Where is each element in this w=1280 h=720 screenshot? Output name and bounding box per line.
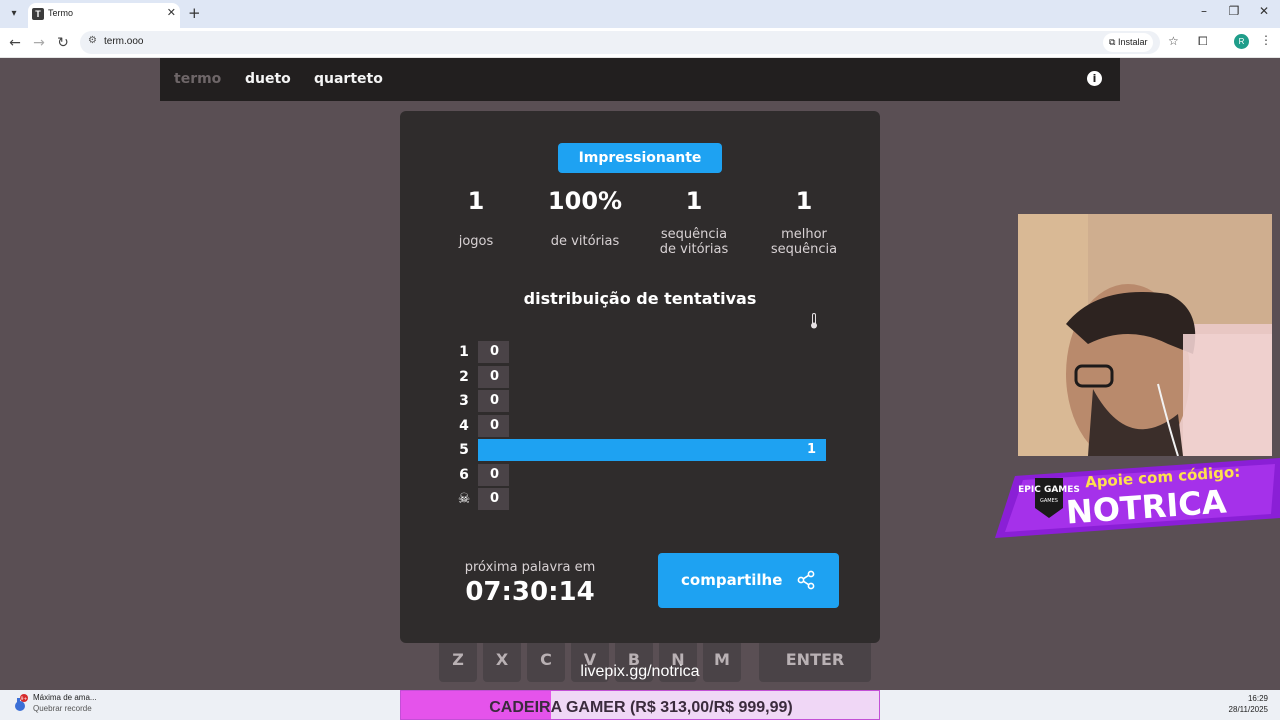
- stat-best-streak: 1 melhor sequência: [749, 183, 859, 257]
- minimize-icon[interactable]: –: [1194, 4, 1214, 18]
- close-window-icon[interactable]: ✕: [1254, 4, 1274, 18]
- mode-quarteto-link[interactable]: quarteto: [314, 71, 383, 87]
- distribution-bar: 0: [478, 390, 509, 412]
- distribution-row-label: 1: [459, 344, 469, 360]
- distribution-bar: 0: [478, 365, 509, 388]
- enter-key[interactable]: ENTER: [759, 640, 871, 682]
- result-badge: Impressionante: [558, 143, 722, 173]
- notification-title[interactable]: Máxima de ama...: [33, 693, 97, 702]
- install-button[interactable]: ⧉ Instalar: [1103, 33, 1154, 52]
- tab-search-icon[interactable]: ▾: [6, 6, 22, 22]
- thermometer-icon[interactable]: [810, 313, 818, 329]
- stat-games-value: 1: [467, 187, 485, 215]
- browser-tab-bar: ▾ T Termo ✕ + – ❐ ✕: [0, 0, 1280, 28]
- info-icon[interactable]: i: [1087, 71, 1102, 86]
- site-info-icon[interactable]: ⚙: [88, 35, 97, 46]
- system-clock[interactable]: 16:29 28/11/2025: [1229, 693, 1268, 715]
- notification-app-icon[interactable]: 9+: [14, 694, 28, 714]
- stat-games-label: jogos: [458, 234, 494, 249]
- new-tab-button[interactable]: +: [188, 4, 201, 22]
- distribution-bar: 1: [478, 439, 826, 461]
- distribution-bar: 0: [478, 463, 509, 486]
- close-tab-icon[interactable]: ✕: [167, 6, 176, 19]
- countdown-timer: 07:30:14: [465, 577, 595, 607]
- distribution-row: 30: [452, 390, 832, 412]
- stat-current-streak-label: sequência de vitórias: [659, 227, 729, 257]
- extensions-icon[interactable]: ⧠: [1198, 34, 1208, 49]
- stats-modal: Impressionante 1 jogos 100% de vitórias …: [400, 111, 880, 643]
- share-button[interactable]: compartilhe: [658, 553, 839, 608]
- sponsor-code-banner: EPIC GAMES GAMES Apoie com código: NOTRI…: [995, 458, 1280, 538]
- stat-games: 1 jogos: [421, 183, 531, 249]
- forward-arrow-icon[interactable]: →: [30, 34, 48, 52]
- stat-current-streak: 1 sequência de vitórias: [639, 183, 749, 257]
- reload-icon[interactable]: ↻: [54, 34, 72, 52]
- skull-icon: ☠: [457, 491, 471, 507]
- stat-win-rate-label: de vitórias: [550, 234, 620, 249]
- tab-termo[interactable]: T Termo ✕: [28, 3, 180, 28]
- stat-best-streak-value: 1: [795, 187, 813, 215]
- distribution-bar: 0: [478, 341, 509, 363]
- url-text[interactable]: term.ooo: [104, 36, 143, 47]
- distribution-row-label: 2: [459, 368, 469, 385]
- notification-subtitle[interactable]: Quebrar recorde: [33, 704, 92, 713]
- donation-goal-bar: CADEIRA GAMER (R$ 313,00/R$ 999,99): [400, 690, 880, 720]
- browser-menu-icon[interactable]: ⋮: [1260, 33, 1272, 47]
- stat-win-rate: 100% de vitórias: [530, 183, 640, 249]
- distribution-row: ☠ 0: [452, 488, 832, 510]
- address-bar[interactable]: ⚙ term.ooo ⧉ Instalar ☆: [80, 31, 1179, 54]
- distribution-row-label: 4: [459, 417, 469, 434]
- svg-text:9+: 9+: [21, 696, 28, 702]
- browser-toolbar: ← → ↻ ⚙ term.ooo ⧉ Instalar ☆ ⧠ R ⋮: [0, 28, 1280, 58]
- clock-time: 16:29: [1247, 694, 1268, 703]
- clock-date: 28/11/2025: [1228, 705, 1268, 714]
- install-label: Instalar: [1117, 37, 1148, 47]
- mode-termo-link[interactable]: termo: [174, 71, 221, 87]
- webcam-overlay: [1018, 214, 1272, 456]
- distribution-row: 20: [452, 365, 832, 388]
- livepix-link-text: livepix.gg/notrica: [580, 663, 700, 680]
- maximize-icon[interactable]: ❐: [1224, 4, 1244, 18]
- distribution-bar: 0: [478, 414, 509, 437]
- next-word-label: próxima palavra em: [464, 560, 596, 575]
- svg-text:GAMES: GAMES: [1040, 498, 1058, 504]
- distribution-row: 40: [452, 414, 832, 437]
- profile-avatar[interactable]: R: [1234, 34, 1249, 49]
- distribution-row: 60: [452, 463, 832, 486]
- distribution-row-label: 6: [459, 466, 469, 483]
- streamer-webcam-image: [1018, 214, 1272, 456]
- tab-title: Termo: [48, 8, 74, 18]
- key-x[interactable]: X: [483, 640, 521, 682]
- game-header: termo dueto quarteto i: [160, 58, 1120, 101]
- key-z[interactable]: Z: [439, 640, 477, 682]
- termo-favicon-icon: T: [32, 8, 44, 20]
- distribution-title: distribuição de tentativas: [523, 289, 757, 308]
- distribution-row: 51: [452, 439, 832, 461]
- mode-dueto-link[interactable]: dueto: [245, 71, 291, 87]
- distribution-row-label: 5: [459, 442, 469, 458]
- share-label: compartilhe: [681, 571, 783, 589]
- bookmark-star-icon[interactable]: ☆: [1168, 34, 1179, 48]
- back-arrow-icon[interactable]: ←: [6, 34, 24, 52]
- share-icon: [797, 570, 815, 590]
- distribution-row-label: 3: [459, 393, 469, 409]
- stat-win-rate-value: 100%: [547, 187, 623, 215]
- distribution-bar: 0: [478, 488, 509, 510]
- distribution-row: 10: [452, 341, 832, 363]
- stat-best-streak-label: melhor sequência: [770, 227, 838, 257]
- donation-goal-text: CADEIRA GAMER (R$ 313,00/R$ 999,99): [489, 699, 793, 716]
- stat-current-streak-value: 1: [685, 187, 703, 215]
